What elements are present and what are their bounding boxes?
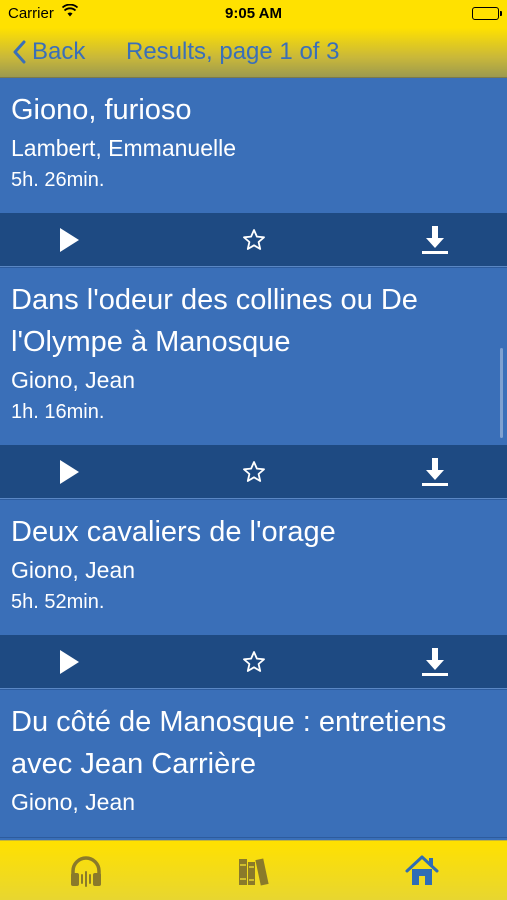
download-button[interactable] [421, 648, 449, 676]
result-actions [0, 635, 507, 689]
back-button[interactable]: Back [12, 36, 85, 68]
chevron-left-icon [13, 40, 26, 64]
result-actions [0, 213, 507, 267]
result-info[interactable]: Deux cavaliers de l'orage Giono, Jean 5h… [0, 500, 507, 635]
tab-bar [0, 840, 507, 900]
result-title: Dans l'odeur des collines ou De l'Olympe… [11, 284, 418, 358]
play-button[interactable] [55, 226, 83, 254]
result-duration: 5h. 52min. [11, 591, 105, 613]
result-item[interactable]: Dans l'odeur des collines ou De l'Olympe… [0, 268, 507, 500]
navigation-bar: Back Results, page 1 of 3 [0, 28, 507, 78]
result-item[interactable]: Du côté de Manosque : entretiens avec Je… [0, 690, 507, 838]
tab-home[interactable] [404, 853, 440, 889]
download-icon [422, 458, 448, 486]
result-title: Du côté de Manosque : entretiens avec Je… [11, 706, 447, 780]
results-list[interactable]: Giono, furioso Lambert, Emmanuelle 5h. 2… [0, 78, 507, 840]
favorite-button[interactable] [240, 648, 268, 676]
play-button[interactable] [55, 458, 83, 486]
favorite-button[interactable] [240, 226, 268, 254]
star-outline-icon [243, 229, 265, 250]
headphones-icon [71, 856, 101, 887]
result-author: Giono, Jean [11, 557, 136, 583]
result-title: Deux cavaliers de l'orage [11, 516, 336, 548]
result-author: Lambert, Emmanuelle [11, 135, 236, 161]
result-title: Giono, furioso [11, 94, 192, 126]
result-actions [0, 445, 507, 499]
download-icon [422, 226, 448, 254]
play-icon [60, 460, 79, 484]
result-author: Giono, Jean [11, 789, 136, 815]
tab-library[interactable] [236, 853, 272, 889]
play-icon [60, 650, 79, 674]
play-button[interactable] [55, 648, 83, 676]
result-duration: 1h. 16min. [11, 401, 105, 423]
result-info[interactable]: Giono, furioso Lambert, Emmanuelle 5h. 2… [0, 78, 507, 213]
result-item[interactable]: Deux cavaliers de l'orage Giono, Jean 5h… [0, 500, 507, 690]
status-bar: Carrier 9:05 AM [0, 0, 507, 28]
back-label: Back [32, 38, 86, 65]
star-outline-icon [243, 651, 265, 672]
clock: 9:05 AM [225, 5, 282, 22]
result-item[interactable]: Giono, furioso Lambert, Emmanuelle 5h. 2… [0, 78, 507, 268]
result-info[interactable]: Dans l'odeur des collines ou De l'Olympe… [0, 268, 507, 445]
download-icon [422, 648, 448, 676]
download-button[interactable] [421, 226, 449, 254]
download-button[interactable] [421, 458, 449, 486]
favorite-button[interactable] [240, 458, 268, 486]
page-title: Results, page 1 of 3 [126, 38, 340, 65]
star-outline-icon [243, 461, 265, 482]
battery-icon [472, 7, 502, 20]
result-author: Giono, Jean [11, 367, 136, 393]
tab-audio[interactable] [68, 853, 104, 889]
books-icon [239, 858, 269, 886]
result-duration: 5h. 26min. [11, 169, 105, 191]
scroll-indicator[interactable] [500, 348, 503, 438]
result-info[interactable]: Du côté de Manosque : entretiens avec Je… [0, 690, 507, 837]
play-icon [60, 228, 79, 252]
home-icon [405, 855, 439, 885]
